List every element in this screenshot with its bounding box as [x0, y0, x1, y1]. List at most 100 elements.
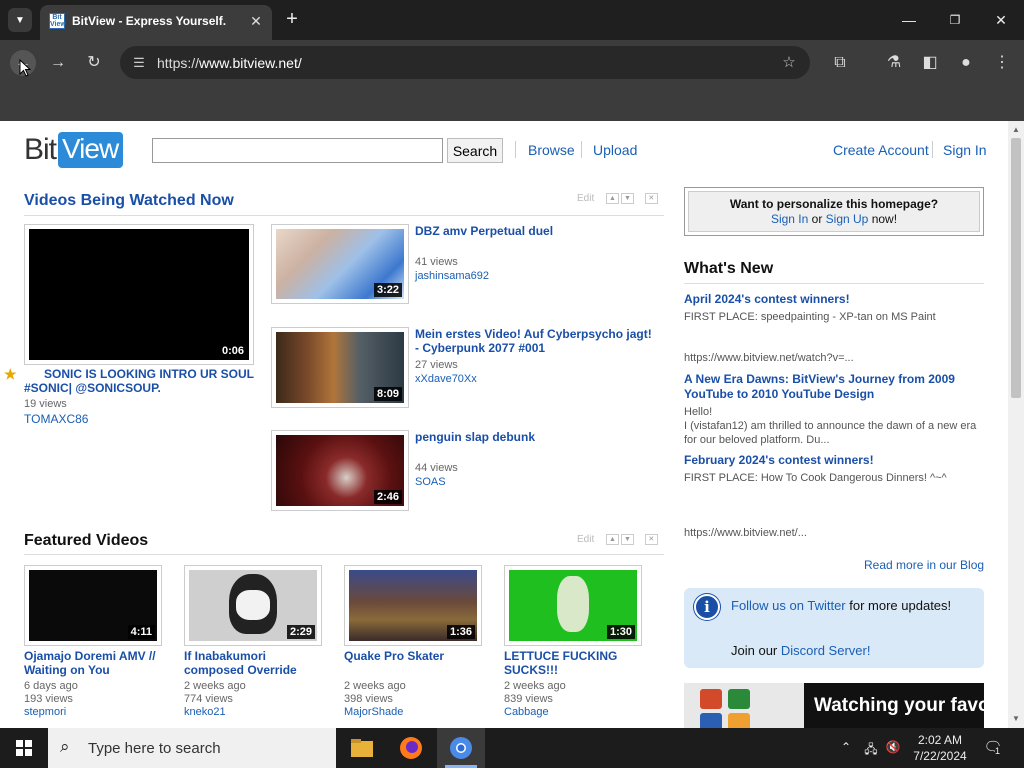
minimize-icon[interactable]: —	[894, 8, 924, 32]
video-thumbnail[interactable]: 8:09	[271, 327, 409, 408]
bitview-logo[interactable]: Bit View	[24, 130, 124, 170]
main-video-thumbnail[interactable]: 0:06	[24, 224, 254, 365]
video-title[interactable]: Mein erstes Video! Auf Cyberpsycho jagt!…	[415, 327, 655, 355]
divider	[581, 141, 582, 158]
news-title[interactable]: February 2024's contest winners!	[684, 453, 984, 468]
move-down-icon[interactable]: ▼	[621, 193, 635, 204]
video-thumbnail[interactable]: 2:46	[271, 430, 409, 511]
video-user[interactable]: MajorShade	[344, 706, 403, 718]
promo-banner[interactable]: Watching your favorite videos	[684, 683, 984, 728]
sign-in-link[interactable]: Sign In	[943, 142, 987, 158]
featured-video-title[interactable]: If Inabakumori composed Override	[184, 649, 324, 677]
duration-badge: 2:29	[286, 625, 315, 639]
restore-icon[interactable]: ❐	[940, 8, 970, 32]
search-input[interactable]	[152, 138, 443, 163]
video-views: 774 views	[184, 693, 233, 705]
tab-close-icon[interactable]: ✕	[247, 12, 265, 30]
news-link-text: https://www.bitview.net/...	[684, 527, 807, 539]
featured-video-title[interactable]: LETTUCE FUCKING SUCKS!!!	[504, 649, 644, 677]
featured-video-thumbnail[interactable]: 4:11	[24, 565, 162, 646]
video-title[interactable]: DBZ amv Perpetual duel	[415, 224, 655, 238]
forward-arrow-icon[interactable]: →	[45, 50, 71, 76]
news-title[interactable]: A New Era Dawns: BitView's Journey from …	[684, 372, 984, 402]
read-more-blog-link[interactable]: Read more in our Blog	[864, 558, 984, 572]
video-age: 2 weeks ago	[504, 680, 566, 692]
close-module-icon[interactable]: ✕	[644, 534, 658, 545]
url-text[interactable]: https://www.bitview.net/	[157, 55, 302, 71]
search-button[interactable]: Search	[447, 138, 503, 163]
window-close-icon[interactable]: ✕	[986, 8, 1016, 32]
video-user[interactable]: jashinsama692	[415, 270, 489, 282]
tab-search-button[interactable]: ▼	[8, 8, 32, 32]
move-up-icon[interactable]: ▲	[606, 534, 620, 545]
chrome-icon	[450, 737, 472, 759]
duration-badge: 4:11	[127, 625, 155, 639]
news-body: Hello!	[684, 406, 713, 418]
clock[interactable]: 2:02 AM 7/22/2024	[910, 732, 970, 764]
scroll-thumb[interactable]	[1011, 138, 1021, 398]
featured-video-thumbnail[interactable]: 2:29	[184, 565, 322, 646]
upload-link[interactable]: Upload	[593, 142, 637, 158]
featured-video-title[interactable]: Ojamajo Doremi AMV // Waiting on You	[24, 649, 164, 677]
menu-kebab-icon[interactable]: ⋮	[989, 50, 1015, 76]
main-video-views: 19 views	[24, 398, 67, 410]
file-explorer-icon[interactable]	[348, 736, 376, 760]
bookmark-star-icon[interactable]: ☆	[778, 52, 800, 74]
video-age: 2 weeks ago	[184, 680, 246, 692]
volume-muted-icon[interactable]: 🔇	[884, 740, 902, 754]
featured-video-thumbnail[interactable]: 1:30	[504, 565, 642, 646]
labs-flask-icon[interactable]: ⚗	[881, 50, 907, 76]
page-scrollbar[interactable]: ▲ ▼	[1008, 121, 1024, 728]
reload-icon[interactable]: ↻	[81, 50, 107, 76]
edit-link[interactable]: Edit	[577, 193, 594, 204]
video-title[interactable]: penguin slap debunk	[415, 430, 655, 444]
move-down-icon[interactable]: ▼	[621, 534, 635, 545]
personalize-sign-in-link[interactable]: Sign In	[771, 212, 808, 226]
video-user[interactable]: kneko21	[184, 706, 226, 718]
discord-link[interactable]: Discord Server!	[781, 643, 871, 658]
browser-toolbar: ← → ↻ ☰ https://www.bitview.net/ ☆ ⧉ ⚗ ◧…	[0, 40, 1024, 84]
site-info-tune-icon[interactable]: ☰	[128, 52, 150, 74]
scroll-up-icon[interactable]: ▲	[1011, 125, 1021, 135]
personalize-sign-up-link[interactable]: Sign Up	[826, 212, 869, 226]
extensions-puzzle-icon[interactable]: ⧉	[827, 50, 853, 76]
video-thumbnail[interactable]: 3:22	[271, 224, 409, 304]
featured-video-thumbnail[interactable]: 1:36	[344, 565, 482, 646]
edit-link[interactable]: Edit	[577, 534, 594, 545]
profile-avatar-icon[interactable]: ●	[953, 50, 979, 76]
whats-new-title: What's New	[684, 260, 774, 277]
new-tab-plus-icon[interactable]: +	[281, 9, 303, 31]
news-link-text: https://www.bitview.net/watch?v=...	[684, 352, 854, 364]
browse-link[interactable]: Browse	[528, 142, 575, 158]
main-video-user[interactable]: TOMAXC86	[24, 412, 88, 426]
create-account-link[interactable]: Create Account	[833, 142, 929, 158]
tray-chevron-up-icon[interactable]: ⌃	[838, 740, 854, 754]
windows-taskbar: ⌕ Type here to search ⌃ 🖧 🔇 2:02 AM 7/22…	[0, 728, 1024, 768]
featured-video-title[interactable]: Quake Pro Skater	[344, 649, 484, 663]
windows-logo-icon	[16, 740, 32, 756]
news-title[interactable]: April 2024's contest winners!	[684, 292, 984, 307]
main-video-title[interactable]: ★ SONIC IS LOOKING INTRO UR SOUL #SONIC| …	[4, 367, 259, 395]
start-button[interactable]	[0, 728, 48, 768]
side-panel-icon[interactable]: ◧	[917, 50, 943, 76]
chrome-taskbar-item[interactable]	[437, 728, 485, 768]
scroll-down-icon[interactable]: ▼	[1011, 714, 1021, 724]
address-bar[interactable]: ☰ https://www.bitview.net/ ☆	[120, 46, 810, 79]
tab-title: BitView - Express Yourself.	[72, 14, 227, 28]
firefox-icon[interactable]	[397, 734, 425, 762]
discord-pre: Join our	[731, 643, 778, 658]
video-user[interactable]: xXdave70Xx	[415, 373, 477, 385]
video-user[interactable]: stepmori	[24, 706, 66, 718]
move-up-icon[interactable]: ▲	[606, 193, 620, 204]
duration-badge: 8:09	[373, 387, 402, 401]
taskbar-search[interactable]: ⌕ Type here to search	[48, 728, 336, 768]
tab-bitview[interactable]: Bit View BitView - Express Yourself. ✕	[40, 5, 272, 40]
notifications-icon[interactable]: 🗨 1	[982, 738, 1004, 756]
video-user[interactable]: SOAS	[415, 476, 446, 488]
network-icon[interactable]: 🖧	[862, 740, 880, 761]
banner-text: Watching your favorite videos	[814, 695, 984, 716]
twitter-link[interactable]: Follow us on Twitter	[731, 598, 846, 613]
close-module-icon[interactable]: ✕	[644, 193, 658, 204]
star-icon: ★	[4, 366, 17, 382]
video-user[interactable]: Cabbage	[504, 706, 549, 718]
